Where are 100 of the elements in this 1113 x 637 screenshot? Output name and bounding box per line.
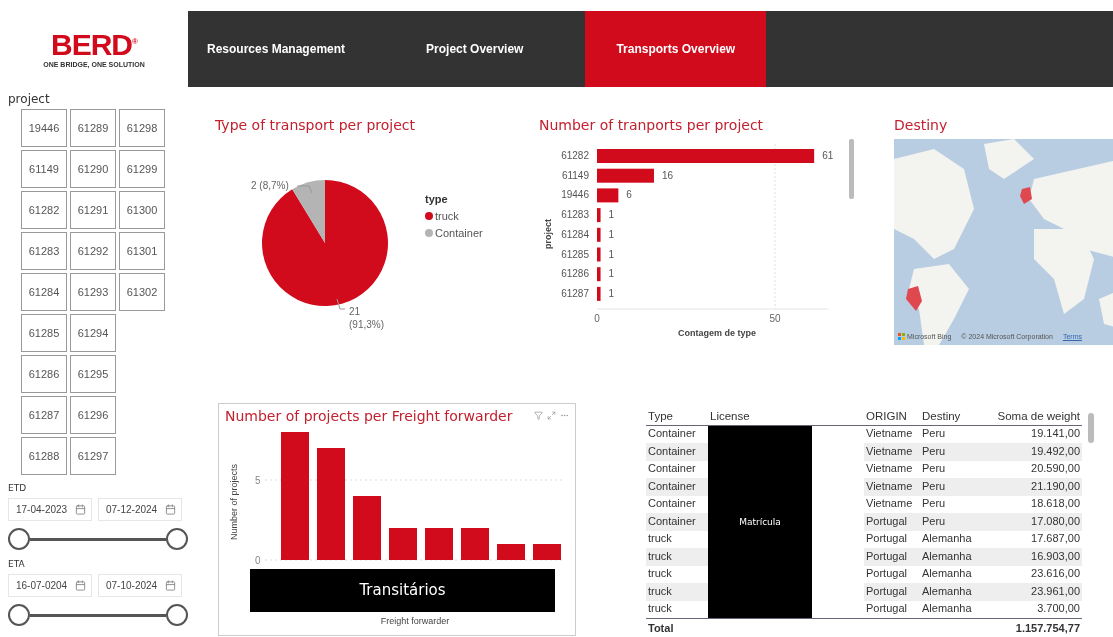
- data-label: 1: [608, 248, 615, 260]
- slicer-tile[interactable]: 61149: [21, 150, 67, 188]
- slicer-tile[interactable]: 61287: [21, 396, 67, 434]
- slider-thumb[interactable]: [8, 528, 30, 550]
- column-header[interactable]: ORIGIN: [864, 406, 920, 426]
- filter-title: ETD: [8, 483, 28, 493]
- slicer-tile[interactable]: 61297: [70, 437, 116, 475]
- bar: [597, 168, 654, 183]
- column-header[interactable]: Destiny: [920, 406, 986, 426]
- axis-label: 61282: [561, 150, 589, 161]
- slider-thumb[interactable]: [166, 604, 188, 626]
- table-cell: 19.492,00: [986, 443, 1082, 461]
- slicer-tile[interactable]: 61289: [70, 109, 116, 147]
- slicer-tile[interactable]: 61290: [70, 150, 116, 188]
- legend-item: truck: [425, 210, 483, 222]
- more-icon[interactable]: [560, 411, 569, 420]
- bar: [597, 227, 601, 242]
- slicer-tile[interactable]: 61299: [119, 150, 165, 188]
- redaction-label: Matrícula: [708, 425, 812, 618]
- windows-logo-icon: [898, 333, 905, 340]
- column-header[interactable]: Type: [646, 406, 708, 426]
- slider-thumb[interactable]: [8, 604, 30, 626]
- table-cell: Peru: [920, 478, 986, 496]
- axis-title: project: [543, 219, 553, 249]
- table-cell: Peru: [920, 513, 986, 531]
- axis-label: 61283: [561, 209, 589, 221]
- table-cell: Container: [646, 513, 708, 531]
- scrollbar[interactable]: [849, 139, 854, 199]
- table-cell: Alemanha: [920, 548, 986, 566]
- data-label: 2 (8,7%): [251, 180, 289, 191]
- table-cell: Alemanha: [920, 583, 986, 601]
- table-cell: 17.080,00: [986, 513, 1082, 531]
- axis-label: 61285: [561, 248, 589, 260]
- slicer-tile[interactable]: 61300: [119, 191, 165, 229]
- table-cell: Vietname: [864, 478, 920, 496]
- axis-tick: 5: [255, 474, 261, 486]
- axis-title: Contagem de type: [678, 328, 756, 338]
- redaction-label: Transitários: [250, 568, 555, 612]
- table-cell: Peru: [920, 443, 986, 461]
- chart-title: Number of projects per Freight forwarder: [225, 407, 513, 424]
- slicer-tile[interactable]: 61301: [119, 232, 165, 270]
- calendar-icon: [165, 504, 176, 515]
- slicer-tile[interactable]: 61298: [119, 109, 165, 147]
- table-cell: Container: [646, 478, 708, 496]
- table-cell: truck: [646, 548, 708, 566]
- calendar-icon: [75, 504, 86, 515]
- slicer-tile[interactable]: 19446: [21, 109, 67, 147]
- bar: [597, 208, 601, 223]
- axis-tick: 50: [769, 313, 781, 324]
- bar: [597, 267, 601, 282]
- data-label: 1: [608, 209, 615, 221]
- nav-tab[interactable]: Resources Management: [188, 11, 365, 87]
- table-cell: Container: [646, 443, 708, 461]
- nav-tab[interactable]: Project Overview: [364, 11, 586, 87]
- data-label: 6: [626, 189, 632, 201]
- bar: [533, 543, 561, 560]
- leader-line: [336, 298, 346, 310]
- table-cell: Portugal: [864, 513, 920, 531]
- total-label: Total: [646, 618, 708, 637]
- scrollbar[interactable]: [1088, 412, 1094, 443]
- data-label: 21 (91,3%): [349, 306, 384, 330]
- slicer-tile[interactable]: 61294: [70, 314, 116, 352]
- focus-icon[interactable]: [547, 411, 556, 420]
- slicer-tile[interactable]: 61293: [70, 273, 116, 311]
- table-cell: truck: [646, 583, 708, 601]
- slicer-tile[interactable]: 61288: [21, 437, 67, 475]
- slicer-tile[interactable]: 61283: [21, 232, 67, 270]
- bar: [597, 188, 619, 203]
- slicer-tile[interactable]: 61296: [70, 396, 116, 434]
- axis-label: 61149: [561, 169, 589, 181]
- calendar-icon: [75, 580, 86, 591]
- slicer-tile[interactable]: 61286: [21, 355, 67, 393]
- data-label: 61: [822, 150, 834, 161]
- date-field[interactable]: 07-12-2024: [98, 498, 182, 521]
- legend-title: type: [425, 193, 449, 205]
- date-field[interactable]: 17-04-2023: [8, 498, 92, 521]
- slicer-tile[interactable]: 61291: [70, 191, 116, 229]
- axis-tick: 0: [255, 554, 261, 566]
- slicer-tile[interactable]: 61295: [70, 355, 116, 393]
- slicer-tile[interactable]: 61292: [70, 232, 116, 270]
- slicer-tile[interactable]: 61285: [21, 314, 67, 352]
- filter-icon[interactable]: [534, 411, 543, 420]
- bar: [425, 527, 453, 560]
- slider-thumb[interactable]: [166, 528, 188, 550]
- bar: [597, 247, 601, 262]
- axis-label: 61287: [561, 287, 589, 299]
- axis-tick: 0: [594, 313, 600, 324]
- data-label: 16: [661, 169, 674, 181]
- slicer-tile[interactable]: 61284: [21, 273, 67, 311]
- column-header[interactable]: Soma de weight: [986, 406, 1082, 426]
- calendar-icon: [165, 580, 176, 591]
- slicer-tile[interactable]: 61302: [119, 273, 165, 311]
- filter-title: ETA: [8, 559, 26, 569]
- table-cell: 21.190,00: [986, 478, 1082, 496]
- axis-label: 61286: [561, 268, 589, 280]
- column-header[interactable]: License: [708, 406, 864, 426]
- date-field[interactable]: 07-10-2024: [98, 574, 182, 597]
- slicer-tile[interactable]: 61282: [21, 191, 67, 229]
- nav-tab[interactable]: Transports Overview: [585, 11, 767, 87]
- date-field[interactable]: 16-07-0204: [8, 574, 92, 597]
